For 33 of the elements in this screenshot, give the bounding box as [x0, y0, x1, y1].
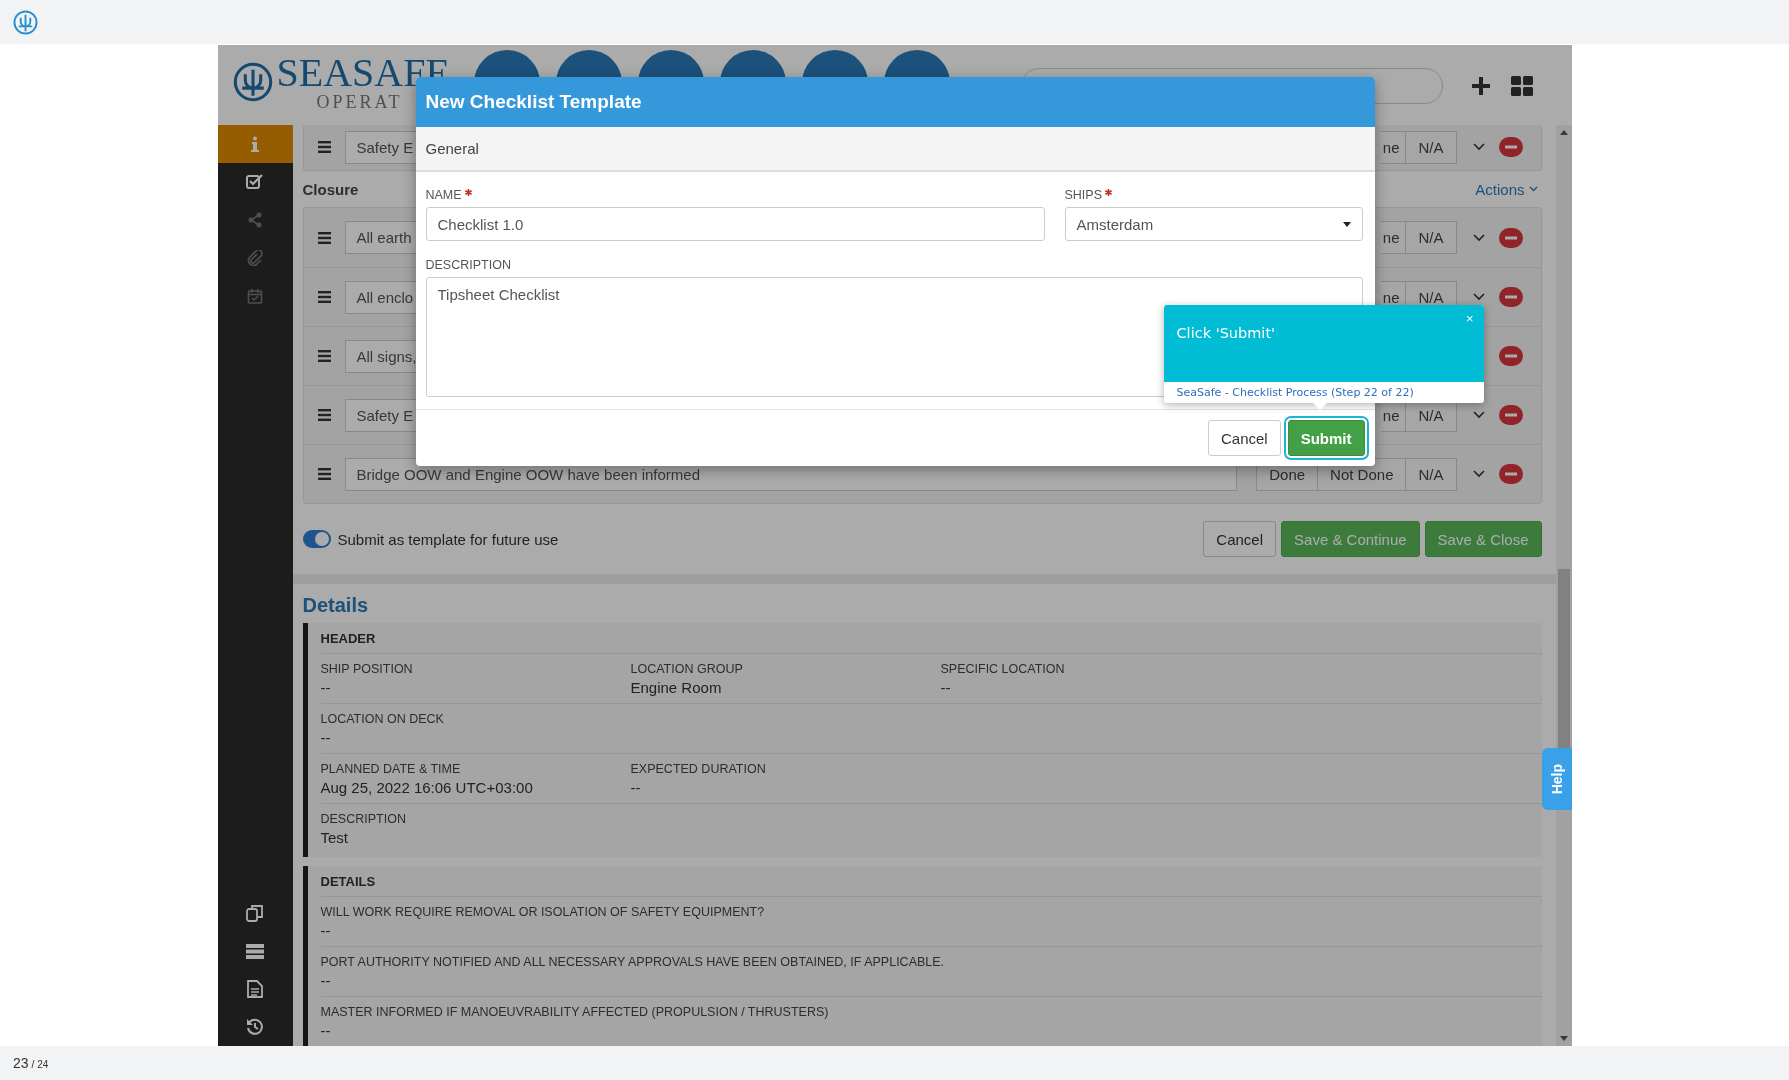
- field-value: --: [320, 922, 332, 939]
- field-label: NAME: [425, 188, 462, 202]
- section-title: Closure: [302, 180, 359, 198]
- page-number: 23: [13, 1055, 29, 1071]
- field-value: --: [940, 679, 952, 696]
- field-label: PLANNED DATE & TIME: [320, 762, 462, 776]
- section-title: HEADER: [320, 630, 377, 648]
- brand-subtitle: OPERAT: [316, 93, 403, 111]
- tooltip-text: Click 'Submit': [1176, 325, 1276, 341]
- field-value: --: [320, 1022, 332, 1039]
- field-label: SHIPS: [1064, 188, 1102, 202]
- field-value: --: [320, 972, 332, 989]
- field-label: DESCRIPTION: [425, 258, 511, 272]
- field-label: LOCATION ON DECK: [320, 712, 445, 726]
- field-value: Aug 25, 2022 16:06 UTC+03:00: [320, 779, 534, 796]
- field-label: SHIP POSITION: [320, 662, 414, 676]
- field-label: LOCATION GROUP: [630, 662, 744, 676]
- field-label: MASTER INFORMED IF MANOEUVRABILITY AFFECTED (PROPULSION / THRUSTERS): [320, 1005, 829, 1019]
- field-label: SPECIFIC LOCATION: [940, 662, 1066, 676]
- toggle-label: Submit as template for future use: [337, 530, 559, 548]
- field-value: Test: [320, 829, 349, 846]
- field-label: PORT AUTHORITY NOTIFIED AND ALL NECESSARY APPROVALS HAVE BEEN OBTAINED, IF APPLICABLE.: [320, 955, 945, 969]
- field-value: --: [630, 779, 642, 796]
- field-value: --: [320, 679, 332, 696]
- field-label: DESCRIPTION: [320, 812, 407, 826]
- field-label: WILL WORK REQUIRE REMOVAL OR ISOLATION OF SAFETY EQUIPMENT?: [320, 905, 765, 919]
- modal-title: New Checklist Template: [425, 91, 642, 113]
- field-value: Engine Room: [630, 679, 723, 696]
- page-total: / 24: [31, 1059, 49, 1070]
- details-heading: Details: [302, 593, 370, 618]
- field-value: --: [320, 729, 332, 746]
- field-label: EXPECTED DURATION: [630, 762, 767, 776]
- section-title: DETAILS: [320, 873, 377, 891]
